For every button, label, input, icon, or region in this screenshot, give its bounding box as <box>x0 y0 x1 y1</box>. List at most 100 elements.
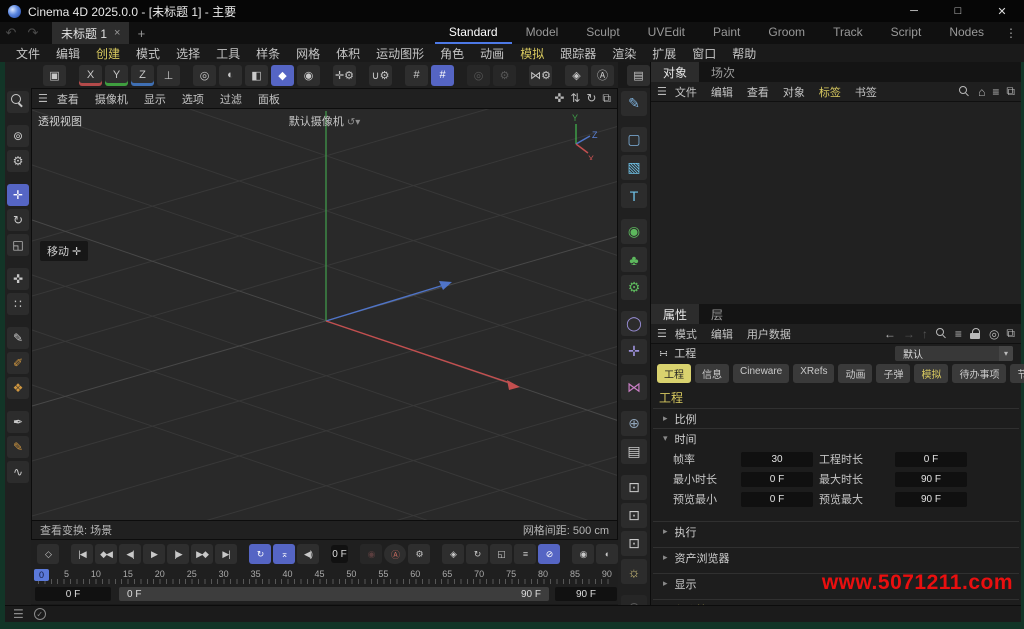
spline-pen-tool-icon[interactable]: ✎ <box>621 91 647 116</box>
light-icon[interactable]: ☼ <box>621 559 647 584</box>
magnet-snap-icon[interactable]: ∪⚙ <box>369 65 392 86</box>
key-rotation-icon[interactable]: ↻ <box>466 544 488 564</box>
menu-item[interactable]: 样条 <box>248 45 288 62</box>
am-filter-icon[interactable]: ≡ <box>955 327 962 341</box>
attribute-chip[interactable]: 子弹 <box>876 364 910 383</box>
viewport[interactable]: ☰ 查看 摄像机 显示 选项 过滤 面板 ✜ ⇅ ↻ ⧉ <box>31 88 618 540</box>
document-tab[interactable]: 未标题 1 × <box>52 22 129 44</box>
model-mode-icon[interactable]: ◆ <box>271 65 294 86</box>
field-input[interactable]: 0 F <box>741 492 813 507</box>
undo-icon[interactable]: ↶ <box>0 22 22 44</box>
playhead[interactable]: 0 <box>34 569 49 581</box>
menu-item[interactable]: 网格 <box>288 45 328 62</box>
am-menu-mode[interactable]: 模式 <box>669 326 703 342</box>
minimize-button[interactable]: ─ <box>892 0 936 22</box>
add-tab-button[interactable]: + <box>129 22 153 44</box>
key-parameter-icon[interactable]: ≡ <box>514 544 536 564</box>
spline-pen-icon[interactable]: ✎ <box>7 327 29 349</box>
menu-item[interactable]: 运动图形 <box>368 45 432 62</box>
range-start-field[interactable]: 0 F <box>35 587 111 601</box>
texture-mode-icon[interactable]: ◉ <box>297 65 320 86</box>
om-menu-object[interactable]: 对象 <box>777 84 811 100</box>
object-tree[interactable] <box>651 102 1021 304</box>
field-input[interactable]: 90 F <box>895 492 967 507</box>
spline-primitive-icon[interactable]: ▢ <box>621 127 647 152</box>
grid-icon[interactable]: # <box>405 65 428 86</box>
field-icon[interactable]: ⋈ <box>621 375 647 400</box>
viewport-canvas[interactable]: 透视视图 默认摄像机 ↺▾ 移动 ✛ Y Z X <box>32 109 617 520</box>
rotate-icon[interactable]: ↻ <box>7 209 29 231</box>
workspace-tab[interactable]: Nodes <box>935 22 998 44</box>
autokey-icon[interactable]: Ⓐ <box>384 544 406 564</box>
null-axis-icon[interactable]: ✛ <box>621 339 647 364</box>
dolly-view-icon[interactable]: ⇅ <box>570 91 580 106</box>
menu-item[interactable]: 帮助 <box>724 45 764 62</box>
close-button[interactable]: ✕ <box>980 0 1024 22</box>
current-frame-field[interactable]: 0 F <box>331 545 348 563</box>
viewport-menu-display[interactable]: 显示 <box>137 91 173 107</box>
lock-icon[interactable] <box>969 327 982 340</box>
key-pla-icon[interactable]: ⊘ <box>538 544 560 564</box>
goto-start-icon[interactable]: |◀ <box>71 544 93 564</box>
menu-item[interactable]: 体积 <box>328 45 368 62</box>
attribute-chip[interactable]: 节点 <box>1010 364 1024 383</box>
collapsed-section[interactable]: ▸资产浏览器 <box>653 547 1019 567</box>
menu-item[interactable]: 模式 <box>128 45 168 62</box>
modeling-axis-icon[interactable]: ◈ <box>565 65 588 86</box>
menu-item[interactable]: 渲染 <box>604 45 644 62</box>
viewport-menu-panel[interactable]: 面板 <box>251 91 287 107</box>
attribute-chip[interactable]: 模拟 <box>914 364 948 383</box>
search-icon[interactable] <box>7 91 29 113</box>
stage-object-icon[interactable]: ▤ <box>621 439 647 464</box>
viewport-menu-camera[interactable]: 摄像机 <box>88 91 135 107</box>
am-menu-edit[interactable]: 编辑 <box>705 326 739 342</box>
camera-dropdown-icon[interactable]: ▾ <box>355 117 360 128</box>
am-search-icon[interactable] <box>935 327 948 340</box>
menu-item[interactable]: 创建 <box>88 45 128 62</box>
attribute-chip[interactable]: 信息 <box>695 364 729 383</box>
brush-icon[interactable]: ✒ <box>7 411 29 433</box>
workspace-tab[interactable]: UVEdit <box>634 22 699 44</box>
workspace-tab[interactable]: Track <box>819 22 877 44</box>
viewport-hamburger-icon[interactable]: ☰ <box>38 92 48 105</box>
polygons-mode-icon[interactable]: ◧ <box>245 65 268 86</box>
spline-sketch-icon[interactable]: ∿ <box>7 461 29 483</box>
close-tab-icon[interactable]: × <box>114 27 120 39</box>
panel-tab[interactable]: 属性 <box>651 304 699 324</box>
om-menu-tags[interactable]: 标签 <box>813 84 847 100</box>
goto-end-icon[interactable]: ▶| <box>215 544 237 564</box>
timeline-ruler[interactable]: 051015202530354045505560657075808590 0 <box>31 568 618 586</box>
attribute-chip[interactable]: 工程 <box>657 364 691 383</box>
sound-icon[interactable]: ◀) <box>297 544 319 564</box>
section-time[interactable]: ▾ 时间 <box>653 428 1019 448</box>
workspace-menu-dots-icon[interactable]: ⋮ <box>998 22 1024 44</box>
attribute-chip[interactable]: Cineware <box>733 364 789 383</box>
workspace-tab[interactable]: Sculpt <box>572 22 633 44</box>
am-menu-userdata[interactable]: 用户数据 <box>741 326 797 342</box>
move-icon[interactable]: ✛ <box>7 184 29 206</box>
camera-stereo-icon[interactable]: ⊡ <box>621 475 647 500</box>
keyframe-mode-icon[interactable]: ⌅ <box>273 544 295 564</box>
menu-item[interactable]: 跟踪器 <box>552 45 604 62</box>
target-icon[interactable]: ◎ <box>989 327 999 341</box>
preview-range-slider[interactable]: 0 F 90 F <box>119 587 549 601</box>
menu-item[interactable]: 扩展 <box>644 45 684 62</box>
range-end-field[interactable]: 90 F <box>555 587 617 601</box>
om-menu-bookmarks[interactable]: 书签 <box>849 84 883 100</box>
workspace-tab[interactable]: Groom <box>754 22 819 44</box>
workplane-icon[interactable]: Ⓐ <box>591 65 614 86</box>
camera-label[interactable]: 默认摄像机 ↺▾ <box>32 113 617 129</box>
object-axis-icon[interactable]: ✛⚙ <box>333 65 356 86</box>
render-view-icon[interactable]: ▤ <box>627 65 650 86</box>
om-menu-view[interactable]: 查看 <box>741 84 775 100</box>
field-input[interactable]: 0 F <box>895 452 967 467</box>
points-mode-icon[interactable]: ◎ <box>193 65 216 86</box>
deformer-torus-icon[interactable]: ◯ <box>621 311 647 336</box>
lock-z-axis-icon[interactable]: Z <box>131 65 154 86</box>
om-home-icon[interactable]: ⌂ <box>978 85 985 99</box>
key-position-icon[interactable]: ◈ <box>442 544 464 564</box>
field-input[interactable]: 90 F <box>895 472 967 487</box>
section-scale[interactable]: ▸ 比例 <box>653 408 1019 428</box>
workspace-tab[interactable]: Standard <box>435 22 512 44</box>
mirror-icon[interactable]: ◎ <box>467 65 490 86</box>
